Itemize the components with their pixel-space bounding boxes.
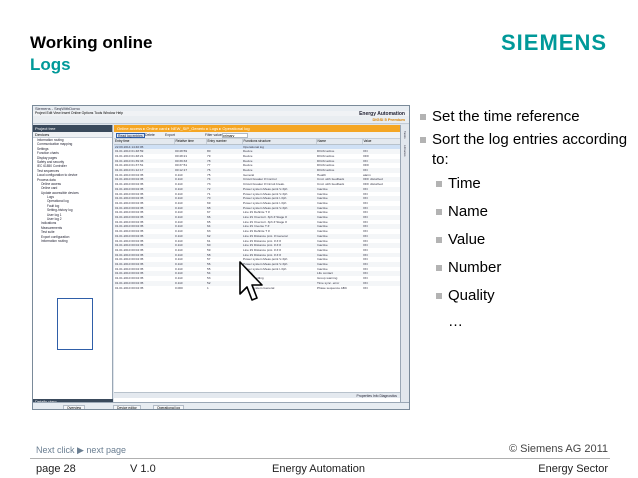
bullet-time-reference: Set the time reference — [420, 107, 630, 127]
slide-title: Working online — [30, 33, 153, 52]
version: V 1.0 — [130, 463, 156, 475]
mouse-pointer-icon — [239, 261, 263, 301]
export-button[interactable]: Export — [164, 133, 176, 138]
breadcrumb: Online access ▸ Online card ▸ NEW_SIP_Ge… — [114, 125, 400, 132]
ellipsis: … — [448, 313, 463, 330]
brand-line-2: DIGSI 5 Premium — [372, 117, 405, 122]
bullet-sort-entries: Sort the log entries according to: — [420, 130, 630, 170]
filter-select[interactable] — [222, 133, 248, 138]
table-cell: Phase sequence ABC — [317, 285, 348, 290]
tree-item[interactable]: Information routing — [33, 239, 112, 243]
footer-center-label: Energy Automation — [272, 463, 365, 475]
sub-bullet-time: Time — [420, 173, 630, 195]
table-cell: ON — [363, 285, 368, 290]
software-screenshot: Siemens - SeqWithDomo Project Edit View … — [32, 105, 410, 410]
taskbar-operational-log[interactable]: Operational log — [153, 405, 184, 409]
page-number: page 28 — [36, 463, 76, 475]
table-cell: 1 — [207, 285, 209, 290]
sub-bullet-name: Name — [420, 201, 630, 223]
editor-taskbar: Overview Device editor Operational log — [33, 402, 409, 409]
next-page-hint[interactable]: Next click ▶ next page — [36, 445, 126, 456]
taskbar-device-editor[interactable]: Device editor — [113, 405, 141, 409]
slide-subtitle: Logs — [30, 55, 71, 74]
table-cell: 01.01.2010 00:04:35 — [115, 285, 144, 290]
task-cards-strip: Tasks Libraries — [400, 125, 409, 402]
log-toolbar: Read log entries Delete Export Filter va… — [114, 132, 400, 139]
copyright: © Siemens AG 2011 — [508, 443, 608, 455]
tasks-tab[interactable]: Tasks — [403, 131, 407, 139]
main-toolbar[interactable] — [33, 116, 409, 124]
sub-bullet-quality: Quality — [420, 285, 630, 307]
delete-button[interactable]: Delete — [144, 133, 156, 138]
sub-bullet-number: Number — [420, 257, 630, 279]
siemens-logo: SIEMENS — [501, 30, 608, 55]
footer-divider — [30, 458, 610, 459]
taskbar-overview[interactable]: Overview — [63, 405, 86, 409]
bullet-list: Set the time reference Sort the log entr… — [420, 107, 630, 331]
sub-bullet-value: Value — [420, 229, 630, 251]
product-brand: Energy Automation DIGSI 5 Premium — [359, 112, 405, 123]
project-tree-header[interactable]: Project tree — [33, 125, 112, 132]
logs-highlight-box — [57, 298, 93, 350]
sector-label: Energy Sector — [538, 463, 608, 475]
inspector-tabs[interactable]: Properties Info Diagnostics — [114, 392, 400, 398]
read-log-entries-button[interactable]: Read log entries — [116, 133, 145, 138]
project-tree[interactable]: Information routing Communication mapping… — [33, 138, 112, 243]
libraries-tab[interactable]: Libraries — [403, 145, 407, 157]
table-cell: 0.000 — [175, 285, 183, 290]
project-tree-panel: Project tree Devices Information routing… — [33, 125, 113, 409]
